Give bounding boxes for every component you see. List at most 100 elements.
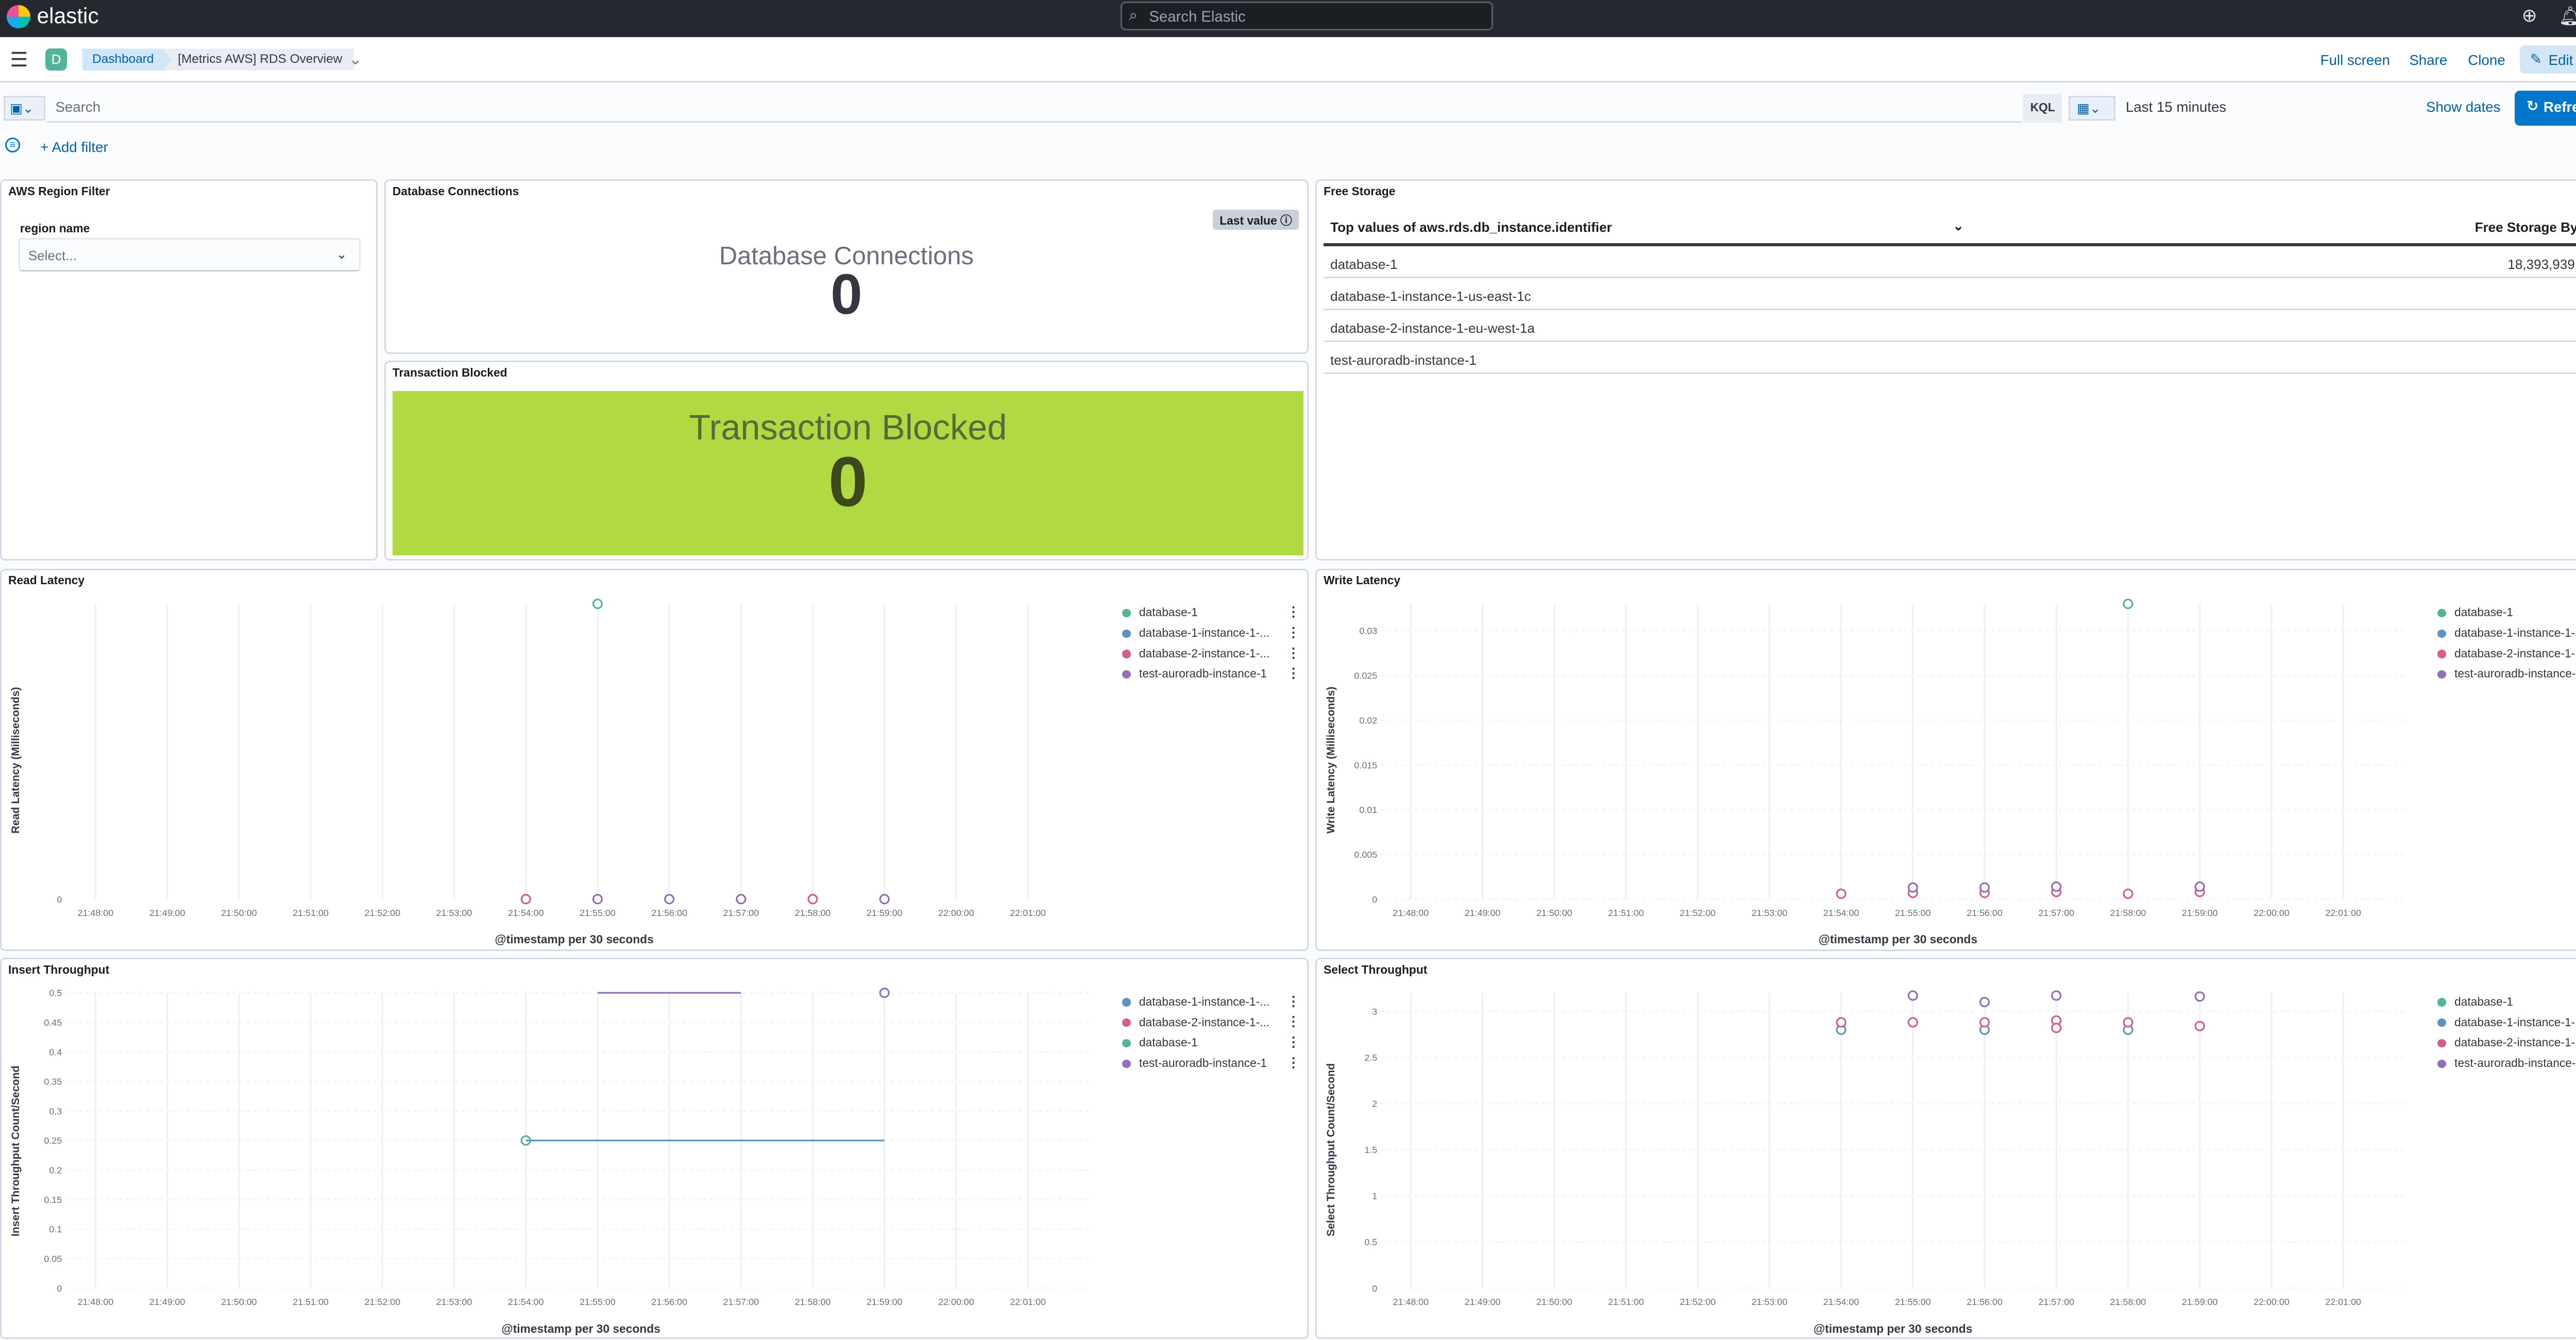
pencil-icon: ✎ [2530, 50, 2542, 67]
legend-item[interactable]: database-1-instance-1-...⋮ [1119, 624, 1303, 645]
y-tick-label: 0.005 [1354, 850, 1378, 860]
x-tick-label: 21:59:00 [2182, 1297, 2218, 1307]
global-search-input[interactable]: ⌕ Search Elastic [1121, 2, 1494, 30]
legend-item[interactable]: database-1-instance-1-...⋮ [1119, 993, 1303, 1014]
data-point [2051, 1023, 2062, 1033]
x-tick-label: 21:58:00 [2110, 1297, 2146, 1307]
legend-label: test-auroradb-instance-1 [2454, 667, 2576, 681]
data-point [1979, 997, 1990, 1008]
legend-actions-icon[interactable]: ⋮ [1286, 1034, 1300, 1050]
refresh-button-label: Refresh [2543, 99, 2576, 115]
x-tick-label: 21:55:00 [580, 908, 616, 918]
legend-item[interactable]: database-1-instance-1-...⋮ [2434, 1013, 2576, 1034]
y-tick-label: 0 [1372, 1283, 1377, 1294]
table-row: database-1 18,393,939,148.8 [1324, 246, 2576, 279]
full-screen-link[interactable]: Full screen [2320, 52, 2390, 69]
edit-button[interactable]: ✎ Edit [2520, 45, 2576, 74]
legend-color-dot [2437, 629, 2446, 638]
elastic-logo-icon[interactable] [7, 5, 30, 29]
region-name-label: region name [20, 221, 90, 235]
legend-color-dot [2437, 998, 2446, 1007]
legend-item[interactable]: database-2-instance-1-...⋮ [1119, 1013, 1303, 1034]
y-tick-label: 2.5 [1364, 1053, 1377, 1063]
filter-options-icon[interactable]: ≡ [5, 138, 21, 153]
y-tick-label: 0.1 [49, 1225, 62, 1235]
data-point [807, 894, 818, 905]
x-tick-label: 21:57:00 [723, 1297, 759, 1307]
y-tick-label: 0.025 [1354, 671, 1378, 681]
legend-actions-icon[interactable]: ⋮ [1286, 993, 1300, 1009]
query-search-input[interactable]: Search [47, 94, 2022, 123]
refresh-icon: ↻ [2527, 97, 2539, 114]
chart-legend: database-1⋮database-1-instance-1-...⋮dat… [2434, 993, 2576, 1075]
legend-label: test-auroradb-instance-1 [1139, 667, 1267, 681]
legend-item[interactable]: test-auroradb-instance-1⋮ [2434, 1055, 2576, 1075]
legend-item[interactable]: database-1 ⋮ [1119, 604, 1303, 624]
show-dates-link[interactable]: Show dates [2426, 99, 2501, 115]
legend-actions-icon[interactable]: ⋮ [1286, 645, 1300, 661]
x-tick-label: 21:53:00 [436, 908, 472, 918]
legend-label: test-auroradb-instance-1 [2454, 1056, 2576, 1070]
kql-language-toggle[interactable]: KQL [2023, 94, 2062, 123]
y-tick-label: 0.015 [1354, 760, 1378, 770]
table-row: database-2-instance-1-eu-west-1a- [1324, 310, 2576, 342]
legend-item[interactable]: test-auroradb-instance-1 ⋮ [1119, 1055, 1303, 1075]
legend-actions-icon[interactable]: ⋮ [1286, 665, 1300, 681]
refresh-button[interactable]: ↻Refresh [2515, 90, 2576, 126]
legend-label: database-1 [2454, 994, 2513, 1008]
legend-actions-icon[interactable]: ⋮ [1286, 624, 1300, 640]
legend-item[interactable]: database-1⋮ [1119, 1034, 1303, 1055]
x-tick-label: 21:48:00 [1393, 1297, 1429, 1307]
space-avatar[interactable]: D [45, 48, 67, 71]
saved-query-icon: ▣⌄ [10, 100, 34, 116]
legend-color-dot [1122, 650, 1131, 658]
column-header-identifier[interactable]: Top values of aws.rds.db_instance.identi… [1330, 219, 1612, 235]
legend-item[interactable]: database-1⋮ [2434, 604, 2576, 624]
chevron-down-icon[interactable]: ⌄ [349, 50, 362, 69]
legend-actions-icon[interactable]: ⋮ [1286, 1013, 1300, 1029]
chevron-down-icon[interactable]: ⌄ [1953, 218, 1964, 234]
help-icon[interactable]: ⊕ [2522, 5, 2537, 26]
legend-color-dot [1122, 608, 1131, 618]
y-axis-title: Write Latency (Milliseconds) [1325, 686, 1337, 834]
saved-query-button[interactable]: ▣⌄ [3, 95, 45, 121]
panel-write-latency: Write Latency 21:48:00 21:49:00 21:50:00 21… [1315, 568, 2576, 952]
legend-label: test-auroradb-instance-1 [1139, 1056, 1267, 1070]
legend-actions-icon[interactable]: ⋮ [1286, 604, 1300, 620]
legend-item[interactable]: database-1-instance-1-...⋮ [2434, 624, 2576, 645]
legend-item[interactable]: test-auroradb-instance-1⋮ [2434, 665, 2576, 686]
chart-plot: 21:48:00 21:49:00 21:50:00 21:51:00 21:52:00… [1354, 598, 2408, 918]
notifications-icon[interactable]: 🔔︎ [2558, 5, 2576, 27]
legend-item[interactable]: database-2-instance-1-...⋮ [1119, 645, 1303, 666]
region-name-select[interactable]: Select... ⌄ [18, 238, 361, 272]
panel-free-storage: Free Storage Top values of aws.rds.db_in… [1315, 179, 2576, 561]
menu-icon[interactable]: ☰ [10, 48, 28, 72]
chart-legend: database-1-instance-1-... ⋮ database-2-ins… [1119, 993, 1303, 1075]
legend-actions-icon[interactable]: ⋮ [1286, 1055, 1300, 1071]
x-tick-label: 21:58:00 [2110, 908, 2146, 918]
x-tick-label: 21:52:00 [1680, 908, 1716, 918]
clone-link[interactable]: Clone [2468, 52, 2505, 69]
column-header-free-storage[interactable]: Free Storage Bytes ⌄ [2475, 219, 2576, 235]
share-link[interactable]: Share [2409, 52, 2447, 69]
y-tick-label: 0.02 [1359, 715, 1377, 725]
y-tick-label: 0 [1372, 894, 1377, 905]
legend-item[interactable]: database-1⋮ [2434, 993, 2576, 1014]
breadcrumb-current-dashboard: [Metrics AWS] RDS Overview [162, 48, 354, 71]
x-tick-label: 21:49:00 [149, 908, 185, 918]
breadcrumb-dashboard[interactable]: Dashboard [82, 48, 173, 70]
add-filter-link[interactable]: + Add filter [40, 139, 108, 156]
x-tick-label: 22:00:00 [2253, 908, 2290, 918]
date-quick-select-button[interactable]: ▦⌄ [2069, 95, 2116, 121]
legend-item[interactable]: test-auroradb-instance-1 ⋮ [1119, 665, 1303, 686]
x-tick-label: 21:52:00 [1680, 1297, 1716, 1307]
legend-label: database-1 [1139, 605, 1198, 619]
legend-item[interactable]: database-2-instance-1-...⋮ [2434, 645, 2576, 666]
legend-item[interactable]: database-2-instance-1-...⋮ [2434, 1034, 2576, 1055]
panel-title: AWS Region Filter [8, 184, 110, 198]
brand-name[interactable]: elastic [37, 4, 99, 28]
panel-transaction-blocked: Transaction Blocked Transaction Blocked … [384, 361, 1309, 561]
calendar-icon: ▦⌄ [2077, 100, 2101, 116]
table-header-row: Top values of aws.rds.db_instance.identi… [1324, 211, 2576, 247]
legend-color-dot [1122, 629, 1131, 638]
